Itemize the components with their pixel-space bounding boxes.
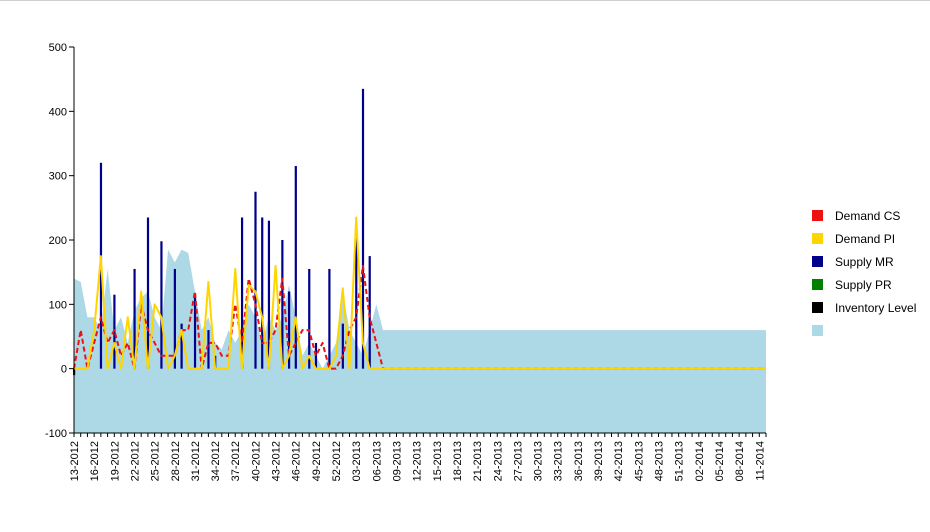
bar-supply-mr-17 (308, 268, 311, 369)
legend-swatch (812, 302, 823, 313)
y-tick-label-4: 300 (49, 171, 67, 183)
x-tick-label-34: 11-2014 (754, 441, 766, 481)
x-tick-label-31: 02-2014 (694, 441, 706, 481)
y-tick-label-5: 400 (49, 106, 67, 118)
x-tick-label-7: 34-2012 (210, 441, 222, 481)
bar-supply-mr-19 (328, 268, 331, 369)
x-tick-label-24: 33-2013 (553, 441, 565, 481)
x-tick-label-33: 08-2014 (734, 441, 746, 481)
legend-label: Demand CS (835, 208, 901, 223)
legend-item-supply-mr: Supply MR (812, 250, 927, 273)
y-tick-label-1: 0 (61, 364, 67, 376)
bar-supply-mr-3 (146, 217, 150, 369)
legend-swatch (812, 325, 823, 336)
x-tick-label-2: 19-2012 (109, 441, 121, 481)
legend-label: Demand PI (835, 231, 896, 246)
x-tick-label-16: 09-2013 (391, 441, 403, 481)
legend-label: Supply MR (835, 254, 894, 269)
x-tick-label-21: 24-2013 (492, 441, 504, 481)
x-tick-label-30: 51-2013 (674, 441, 686, 481)
y-tick-label-0: -100 (45, 428, 67, 440)
x-tick-label-29: 48-2013 (654, 441, 666, 481)
chart-canvas: -100 0 100 200 300 400 500 13-2012 16-2012 19-201… (45, 42, 767, 481)
legend-swatch (812, 210, 823, 221)
x-tick-label-6: 31-2012 (190, 441, 202, 481)
legend-item-demand-cs: Demand CS (812, 204, 927, 227)
y-tick-label-6: 500 (49, 42, 67, 54)
x-tick-label-10: 43-2012 (271, 441, 283, 481)
x-tick-label-18: 15-2013 (432, 441, 444, 481)
y-tick-label-2: 100 (49, 299, 67, 311)
bar-supply-mr-11 (254, 191, 257, 369)
legend-item-supply-pr: Supply PR (812, 273, 927, 296)
chart-legend: Demand CS Demand PI Supply MR Supply PR Inve… (812, 204, 927, 342)
x-tick-label-15: 06-2013 (371, 441, 383, 481)
legend-swatch (812, 233, 823, 244)
legend-label: Supply PR (835, 277, 892, 292)
x-tick-label-0: 13-2012 (69, 441, 81, 481)
x-tick-label-19: 18-2013 (452, 441, 464, 481)
legend-item-inventory-level: Inventory Level (812, 296, 927, 319)
x-tick-label-11: 46-2012 (291, 441, 303, 481)
x-tick-label-8: 37-2012 (230, 441, 242, 481)
x-tick-label-4: 25-2012 (150, 441, 162, 481)
x-tick-label-32: 05-2014 (714, 441, 726, 481)
x-tick-label-27: 42-2013 (613, 441, 625, 481)
legend-label: Inventory Level (835, 300, 917, 315)
x-tick-label-17: 12-2013 (412, 441, 424, 481)
bar-supply-mr-20 (341, 323, 344, 369)
x-tick-label-12: 49-2012 (311, 441, 323, 481)
x-tick-label-13: 52-2012 (331, 441, 343, 481)
x-tick-label-5: 28-2012 (170, 441, 182, 481)
x-tick-label-3: 22-2012 (129, 441, 141, 481)
x-tick-label-1: 16-2012 (89, 441, 101, 481)
bar-supply-mr-4 (160, 241, 163, 369)
x-tick-label-22: 27-2013 (512, 441, 524, 481)
bar-supply-mr-23 (368, 256, 371, 369)
x-tick-label-23: 30-2013 (533, 441, 545, 481)
legend-item-demand-pi: Demand PI (812, 227, 927, 250)
bar-supply-mr-12 (261, 217, 264, 369)
x-tick-label-26: 39-2013 (593, 441, 605, 481)
y-tick-label-3: 200 (49, 235, 67, 247)
legend-swatch (812, 279, 823, 290)
x-tick-label-20: 21-2013 (472, 441, 484, 481)
legend-item-series-5 (812, 319, 927, 342)
bar-supply-mr-16 (294, 166, 297, 369)
x-tick-label-9: 40-2012 (250, 441, 262, 481)
x-tick-label-14: 03-2013 (351, 441, 363, 481)
legend-swatch (812, 256, 823, 267)
x-tick-label-28: 45-2013 (633, 441, 645, 481)
x-tick-label-25: 36-2013 (573, 441, 585, 481)
